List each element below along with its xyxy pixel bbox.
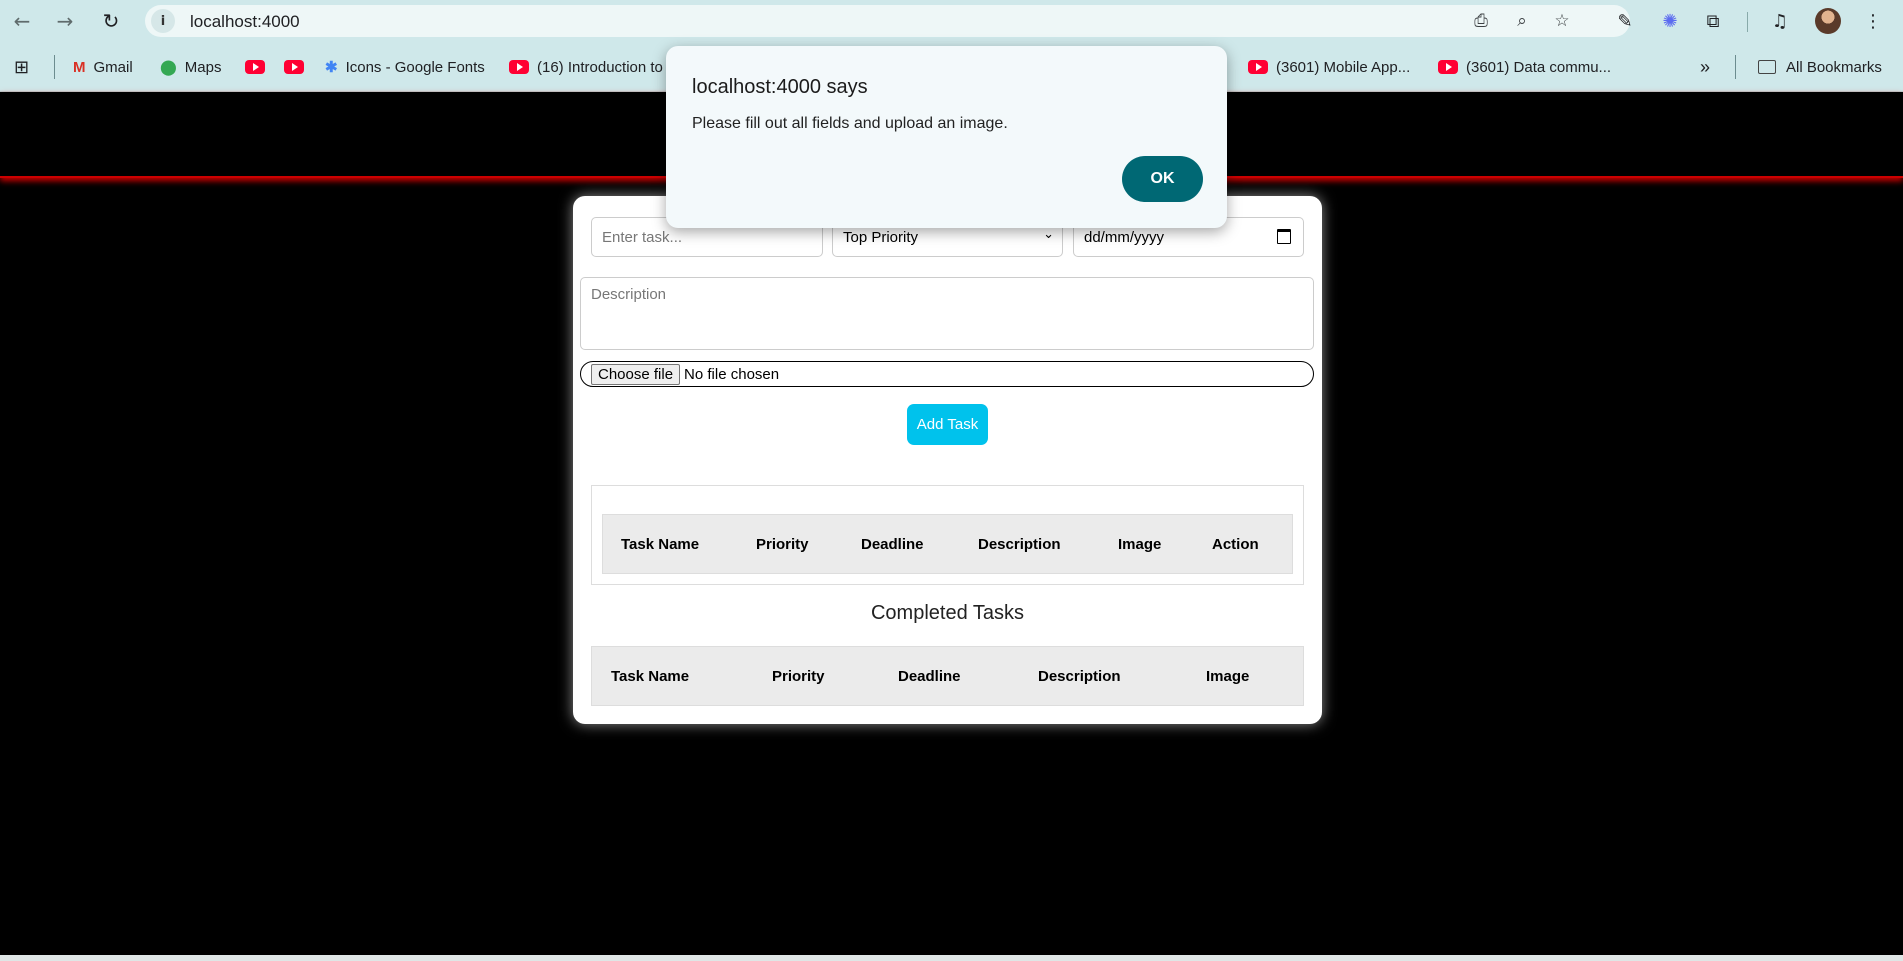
alert-dialog: localhost:4000 says Please fill out all …: [666, 46, 1227, 228]
priority-selected-value: Top Priority: [843, 228, 919, 246]
bookmark-maps[interactable]: ⬤ Maps: [160, 57, 221, 77]
forward-arrow-icon[interactable]: →: [52, 8, 78, 34]
table-header-cell: Priority: [756, 535, 809, 553]
site-info-icon[interactable]: i: [151, 9, 175, 33]
bookmark-label: Maps: [184, 58, 222, 76]
install-app-icon[interactable]: ⎙: [1470, 10, 1492, 32]
bookmark-mobile-app[interactable]: (3601) Mobile App...: [1248, 57, 1410, 77]
table-header-cell: Task Name: [621, 535, 700, 553]
deadline-placeholder: dd/mm/yyyy: [1084, 228, 1165, 246]
profile-avatar[interactable]: [1815, 8, 1841, 34]
zoom-icon[interactable]: ⌕: [1511, 10, 1533, 32]
bookmark-label: Gmail: [93, 58, 133, 76]
table-header-cell: Image: [1206, 667, 1250, 685]
add-task-button[interactable]: Add Task: [907, 404, 988, 445]
tasks-table-header-row: Task Name Priority Deadline Description …: [602, 514, 1293, 574]
youtube-icon: [284, 60, 304, 74]
task-form-card: Enter task... Top Priority ⌄ dd/mm/yyyy …: [573, 196, 1322, 724]
bookmark-data-comm[interactable]: (3601) Data commu...: [1438, 57, 1611, 77]
completed-table-header-row: Task Name Priority Deadline Description …: [591, 646, 1304, 706]
youtube-icon: [509, 60, 529, 74]
apps-grid-icon[interactable]: ⊞: [14, 57, 29, 78]
menu-kebab-icon[interactable]: ⋮: [1860, 8, 1886, 34]
ok-button[interactable]: OK: [1122, 156, 1203, 202]
calendar-icon[interactable]: [1277, 229, 1291, 244]
bookmark-label: (3601) Data commu...: [1466, 58, 1612, 76]
dialog-title: localhost:4000 says: [692, 76, 868, 98]
maps-icon: ⬤: [160, 58, 177, 76]
bookmark-star-icon[interactable]: ☆: [1551, 10, 1573, 32]
all-bookmarks-folder[interactable]: All Bookmarks: [1758, 57, 1882, 77]
tasks-table: Task Name Priority Deadline Description …: [591, 485, 1304, 585]
youtube-icon: [245, 60, 265, 74]
dialog-message: Please fill out all fields and upload an…: [692, 115, 1008, 132]
image-file-input[interactable]: Choose file No file chosen: [580, 361, 1314, 387]
url-text[interactable]: localhost:4000: [190, 12, 300, 32]
bookmark-label: Icons - Google Fonts: [345, 58, 485, 76]
table-header-cell: Deadline: [861, 535, 924, 553]
back-arrow-icon[interactable]: ←: [9, 8, 35, 34]
gmail-icon: M: [73, 58, 86, 76]
toolbar-divider: [1747, 12, 1748, 32]
bookmark-youtube-1[interactable]: [245, 57, 273, 77]
bookmark-separator: [54, 55, 55, 79]
description-placeholder: Description: [591, 286, 667, 303]
description-textarea[interactable]: Description: [580, 277, 1314, 350]
address-bar[interactable]: i localhost:4000 ⎙ ⌕ ☆: [145, 5, 1630, 37]
youtube-icon: [1248, 60, 1268, 74]
table-header-cell: Task Name: [611, 667, 690, 685]
all-bookmarks-label: All Bookmarks: [1786, 58, 1882, 76]
bookmark-introduction[interactable]: (16) Introduction to: [509, 57, 663, 77]
table-header-cell: Description: [1038, 667, 1121, 685]
table-header-cell: Priority: [772, 667, 825, 685]
media-control-icon[interactable]: ♫: [1767, 8, 1793, 34]
youtube-icon: [1438, 60, 1458, 74]
bookmark-gmail[interactable]: M Gmail: [73, 57, 133, 77]
browser-toolbar: ← → ↻ i localhost:4000 ⎙ ⌕ ☆ ✎ ✺ ⧉ ♫ ⋮: [0, 0, 1903, 43]
table-header-cell: Description: [978, 535, 1061, 553]
table-header-cell: Image: [1118, 535, 1162, 553]
bookmark-label: (3601) Mobile App...: [1276, 58, 1411, 76]
taskbar-strip: [0, 955, 1903, 961]
more-bookmarks-chevron-icon[interactable]: »: [1700, 57, 1710, 77]
file-status-text: No file chosen: [684, 365, 780, 383]
bookmark-google-fonts[interactable]: ✱ Icons - Google Fonts: [325, 57, 485, 77]
extensions-puzzle-icon[interactable]: ⧉: [1700, 8, 1726, 34]
table-header-cell: Deadline: [898, 667, 961, 685]
google-fonts-icon: ✱: [325, 59, 338, 76]
task-input-placeholder: Enter task...: [602, 228, 683, 246]
folder-icon: [1758, 60, 1776, 74]
bookmark-separator: [1735, 55, 1736, 79]
completed-tasks-title: Completed Tasks: [870, 602, 1025, 624]
eyedropper-extension-icon[interactable]: ✎: [1612, 8, 1638, 34]
bookmark-youtube-2[interactable]: [284, 57, 312, 77]
extension-gear-icon[interactable]: ✺: [1657, 8, 1683, 34]
bookmark-label: (16) Introduction to: [537, 58, 663, 76]
table-header-cell: Action: [1212, 535, 1259, 553]
reload-icon[interactable]: ↻: [98, 8, 124, 34]
choose-file-button[interactable]: Choose file: [591, 363, 681, 385]
chevron-down-icon: ⌄: [1043, 227, 1054, 242]
